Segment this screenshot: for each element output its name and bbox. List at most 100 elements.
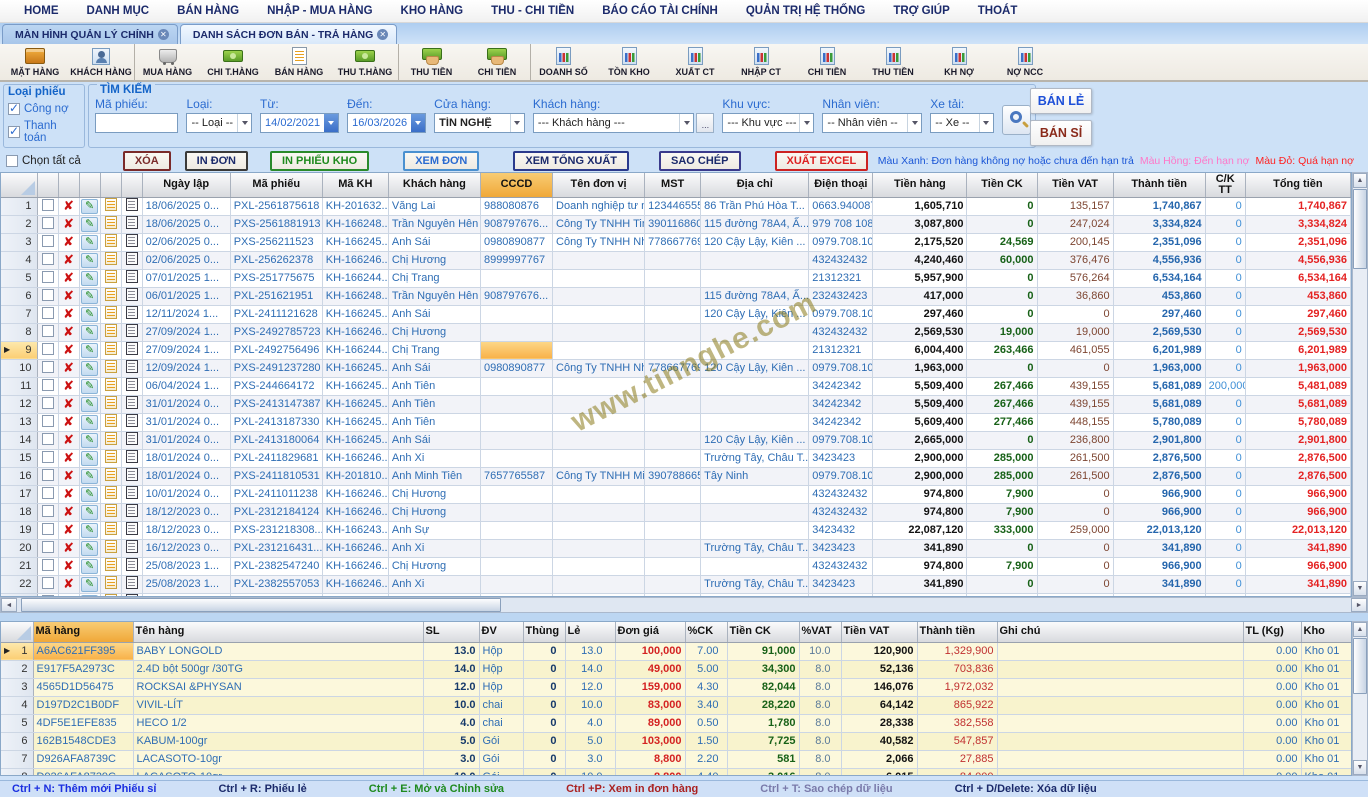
toolbar-button[interactable]: NHẬP CT bbox=[728, 44, 794, 80]
unit-cell[interactable]: Hộp bbox=[479, 678, 523, 696]
customer-name-cell[interactable]: Anh Sái bbox=[388, 233, 480, 251]
edit-cell[interactable]: ✎ bbox=[79, 539, 100, 557]
action-button[interactable]: IN ĐƠN bbox=[185, 151, 248, 171]
tab-close-icon[interactable]: ✕ bbox=[377, 29, 388, 40]
detail-cell[interactable] bbox=[121, 197, 142, 215]
subtotal-cell[interactable]: 2,876,500 bbox=[1113, 449, 1205, 467]
receipt-code-cell[interactable]: PXL-2492756496 bbox=[230, 341, 322, 359]
list-icon[interactable] bbox=[126, 378, 138, 391]
edit-cell[interactable]: ✎ bbox=[79, 269, 100, 287]
row-checkbox-cell[interactable] bbox=[37, 323, 58, 341]
tax-code-cell[interactable] bbox=[645, 305, 701, 323]
phone-cell[interactable]: 21312321 bbox=[809, 269, 873, 287]
discount-cell[interactable]: 285,000 bbox=[967, 467, 1037, 485]
row-number-cell[interactable]: 22 bbox=[1, 575, 37, 593]
goods-amount-cell[interactable]: 974,800 bbox=[873, 485, 967, 503]
cccd-cell[interactable]: 908797676... bbox=[480, 287, 552, 305]
note-cell[interactable] bbox=[100, 323, 121, 341]
delete-cell[interactable]: ✘ bbox=[58, 197, 79, 215]
row-number-cell[interactable]: 1 bbox=[1, 197, 37, 215]
company-cell[interactable] bbox=[553, 341, 645, 359]
edit-cell[interactable]: ✎ bbox=[79, 449, 100, 467]
row-checkbox[interactable] bbox=[42, 379, 54, 391]
goods-amount-cell[interactable]: 341,890 bbox=[873, 539, 967, 557]
address-cell[interactable]: Trường Tây, Châu T... bbox=[701, 575, 809, 593]
detail-cell[interactable] bbox=[121, 467, 142, 485]
phone-cell[interactable]: 232432423 bbox=[809, 287, 873, 305]
employee-select[interactable]: -- Nhân viên -- bbox=[822, 113, 922, 133]
goods-amount-cell[interactable]: 2,900,000 bbox=[873, 467, 967, 485]
row-checkbox-cell[interactable] bbox=[37, 431, 58, 449]
list-item[interactable]: 6 162B1548CDE3 KABUM-100gr 5.0 Gói 0 5.0… bbox=[1, 732, 1352, 750]
edit-cell[interactable]: ✎ bbox=[79, 485, 100, 503]
delete-icon[interactable]: ✘ bbox=[63, 306, 74, 321]
receipt-code-cell[interactable]: PXS-251775675 bbox=[230, 269, 322, 287]
discount-cell[interactable]: 7,900 bbox=[967, 485, 1037, 503]
note-cell[interactable] bbox=[997, 678, 1243, 696]
goods-amount-cell[interactable]: 341,890 bbox=[873, 575, 967, 593]
column-header[interactable]: Điện thoại bbox=[809, 173, 873, 197]
note-cell[interactable] bbox=[997, 660, 1243, 678]
column-header[interactable]: Đơn giá bbox=[615, 622, 685, 642]
table-row[interactable]: 8 ✘ ✎ 27/09/2024 1... PXS-2492785723 KH-… bbox=[1, 323, 1351, 341]
phone-cell[interactable]: 0663.940087 bbox=[809, 197, 873, 215]
column-header[interactable]: C/K TT bbox=[1205, 173, 1245, 197]
customer-name-cell[interactable]: Anh Tiên bbox=[388, 413, 480, 431]
note-icon[interactable] bbox=[105, 306, 117, 319]
receipt-code-cell[interactable]: PXL-2411829681 bbox=[230, 449, 322, 467]
note-cell[interactable] bbox=[100, 287, 121, 305]
warehouse-cell[interactable]: Kho 01 bbox=[1301, 678, 1352, 696]
table-row[interactable]: 5 ✘ ✎ 07/01/2025 1... PXS-251775675 KH-1… bbox=[1, 269, 1351, 287]
delete-icon[interactable]: ✘ bbox=[63, 504, 74, 519]
row-number-cell[interactable]: 5 bbox=[1, 714, 33, 732]
row-checkbox-cell[interactable] bbox=[37, 287, 58, 305]
column-header[interactable]: Tổng tiền bbox=[1245, 173, 1350, 197]
date-cell[interactable]: 25/08/2023 1... bbox=[142, 557, 230, 575]
table-row[interactable]: 12 ✘ ✎ 31/01/2024 0... PXS-2413147387 KH… bbox=[1, 395, 1351, 413]
phone-cell[interactable]: 432432432 bbox=[809, 557, 873, 575]
phone-cell[interactable]: 0979.708.108 bbox=[809, 233, 873, 251]
phone-cell[interactable]: 0979.708.108 bbox=[809, 305, 873, 323]
subtotal-cell[interactable]: 5,681,089 bbox=[1113, 377, 1205, 395]
discount-pct-cell[interactable]: 0.50 bbox=[685, 714, 727, 732]
address-cell[interactable]: 86 Trần Phú Hòa T... bbox=[701, 197, 809, 215]
phone-cell[interactable]: 0979.708.108 bbox=[809, 467, 873, 485]
delete-cell[interactable]: ✘ bbox=[58, 557, 79, 575]
vat-cell[interactable]: 247,024 bbox=[1037, 215, 1113, 233]
list-item[interactable]: 7 D926AFA8739C LACASOTO-10gr 3.0 Gói 0 3… bbox=[1, 750, 1352, 768]
delete-cell[interactable]: ✘ bbox=[58, 467, 79, 485]
phone-cell[interactable]: 34242342 bbox=[809, 377, 873, 395]
subtotal-cell[interactable]: 966,900 bbox=[1113, 485, 1205, 503]
chevron-down-icon[interactable] bbox=[979, 114, 993, 132]
edit-cell[interactable]: ✎ bbox=[79, 341, 100, 359]
grand-total-cell[interactable]: 5,780,089 bbox=[1245, 413, 1350, 431]
table-row[interactable]: 2 ✘ ✎ 18/06/2025 0... PXS-2561881913 KH-… bbox=[1, 215, 1351, 233]
table-row[interactable]: 14 ✘ ✎ 31/01/2024 0... PXL-2413180064 KH… bbox=[1, 431, 1351, 449]
subtotal-cell[interactable]: 453,860 bbox=[1113, 287, 1205, 305]
list-item[interactable]: 5 4DF5E1EFE835 HECO 1/2 4.0 chai 0 4.0 8… bbox=[1, 714, 1352, 732]
goods-amount-cell[interactable]: 417,000 bbox=[873, 287, 967, 305]
cccd-cell[interactable] bbox=[480, 413, 552, 431]
receipt-code-cell[interactable]: PXS-244664172 bbox=[230, 377, 322, 395]
row-number-cell[interactable]: 3 bbox=[1, 678, 33, 696]
grand-total-cell[interactable]: 341,890 bbox=[1245, 539, 1350, 557]
cccd-cell[interactable] bbox=[480, 341, 552, 359]
item-code-cell[interactable]: 4DF5E1EFE835 bbox=[33, 714, 133, 732]
row-checkbox-cell[interactable] bbox=[37, 233, 58, 251]
phone-cell[interactable]: 432432432 bbox=[809, 323, 873, 341]
customer-code-cell[interactable]: KH-166244... bbox=[322, 341, 388, 359]
note-icon[interactable] bbox=[105, 540, 117, 553]
customer-code-cell[interactable]: KH-166248... bbox=[322, 215, 388, 233]
note-icon[interactable] bbox=[105, 378, 117, 391]
note-icon[interactable] bbox=[105, 576, 117, 589]
payment-discount-cell[interactable]: 0 bbox=[1205, 413, 1245, 431]
list-icon[interactable] bbox=[126, 558, 138, 571]
delete-icon[interactable]: ✘ bbox=[63, 198, 74, 213]
goods-amount-cell[interactable]: 1,963,000 bbox=[873, 359, 967, 377]
receipt-code-cell[interactable]: PXL-2413187330 bbox=[230, 413, 322, 431]
detail-cell[interactable] bbox=[121, 359, 142, 377]
item-code-cell[interactable]: D197D2C1B0DF bbox=[33, 696, 133, 714]
line-items-vertical-scrollbar[interactable]: ▲ ▼ bbox=[1352, 621, 1368, 776]
action-button[interactable]: XÓA bbox=[123, 151, 171, 171]
vat-cell[interactable]: 439,155 bbox=[1037, 377, 1113, 395]
